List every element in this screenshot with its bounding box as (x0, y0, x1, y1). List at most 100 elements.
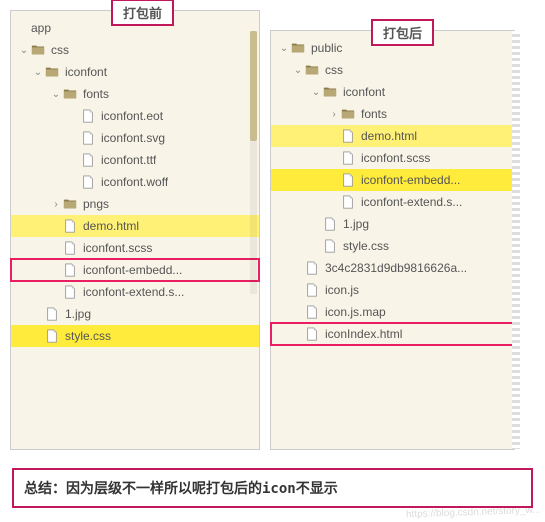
file-icon (81, 131, 95, 145)
file-icon (63, 219, 77, 233)
scrollbar-thumb[interactable] (250, 31, 257, 141)
folder-icon (63, 87, 77, 101)
file-icon (305, 283, 319, 297)
folder-icon (31, 43, 45, 57)
file-icon (81, 109, 95, 123)
file-icon (323, 217, 337, 231)
tree-item[interactable]: style.css (271, 235, 514, 257)
tree-item[interactable]: iconfont.eot (11, 105, 259, 127)
tree-item-label: demo.html (361, 129, 417, 143)
tree-item[interactable]: iconfont-extend.s... (271, 191, 514, 213)
tree-item-label: style.css (343, 239, 389, 253)
tree-item-label: icon.js.map (325, 305, 386, 319)
file-icon (323, 239, 337, 253)
tree-item[interactable]: iconIndex.html (271, 323, 514, 345)
tree-item-label: iconfont.scss (361, 151, 430, 165)
file-icon (341, 173, 355, 187)
panel-before: 打包前 app⌄css⌄iconfont⌄fontsiconfont.eotic… (10, 10, 260, 450)
tree-item[interactable]: iconfont.woff (11, 171, 259, 193)
file-icon (45, 307, 59, 321)
tree-item-label: iconfont-extend.s... (83, 285, 184, 299)
folder-icon (45, 65, 59, 79)
panel-after: 打包后 ⌄public⌄css⌄iconfont›fontsdemo.htmli… (270, 30, 515, 450)
chevron-down-icon[interactable]: ⌄ (31, 67, 45, 78)
tree-item[interactable]: 3c4c2831d9db9816626a... (271, 257, 514, 279)
summary-text: 总结：因为层级不一样所以呢打包后的icon不显示 (12, 468, 533, 508)
chevron-down-icon[interactable]: ⌄ (309, 87, 323, 98)
chevron-right-icon[interactable]: › (327, 109, 341, 120)
tree-item[interactable]: iconfont.svg (11, 127, 259, 149)
tree-item-label: css (51, 43, 69, 57)
tree-item[interactable]: style.css (11, 325, 259, 347)
chevron-right-icon[interactable]: › (49, 199, 63, 210)
tree-item[interactable]: › pngs (11, 193, 259, 215)
scrollbar[interactable] (250, 31, 257, 294)
tree-item-label: iconfont-embedd... (83, 263, 182, 277)
tree-item-label: css (325, 63, 343, 77)
chevron-down-icon[interactable]: ⌄ (17, 45, 31, 56)
folder-icon (305, 63, 319, 77)
file-icon (341, 129, 355, 143)
folder-icon (291, 41, 305, 55)
tree-item[interactable]: 1.jpg (271, 213, 514, 235)
tree-item[interactable]: demo.html (11, 215, 259, 237)
tree-item[interactable]: iconfont.scss (271, 147, 514, 169)
tree-item-label: style.css (65, 329, 111, 343)
file-icon (81, 175, 95, 189)
tree-item-label: 1.jpg (343, 217, 369, 231)
tree-item-label: 3c4c2831d9db9816626a... (325, 261, 467, 275)
tree-item-label: iconfont.svg (101, 131, 165, 145)
tree-item[interactable]: iconfont.scss (11, 237, 259, 259)
folder-icon (323, 85, 337, 99)
file-icon (341, 151, 355, 165)
chevron-down-icon[interactable]: ⌄ (291, 65, 305, 76)
file-tree-after: ⌄public⌄css⌄iconfont›fontsdemo.htmliconf… (271, 31, 514, 351)
folder-icon (341, 107, 355, 121)
label-before: 打包前 (111, 0, 174, 26)
folder-icon (63, 197, 77, 211)
tree-item-label: iconfont (343, 85, 385, 99)
tree-item-label: icon.js (325, 283, 359, 297)
tree-item[interactable]: ⌄iconfont (11, 61, 259, 83)
tree-item[interactable]: iconfont-embedd... (271, 169, 514, 191)
tree-item[interactable]: › fonts (271, 103, 514, 125)
tree-item[interactable]: ⌄ css (271, 59, 514, 81)
tree-item[interactable]: icon.js.map (271, 301, 514, 323)
tree-item[interactable]: icon.js (271, 279, 514, 301)
tree-item-label: iconfont.scss (83, 241, 152, 255)
tree-item[interactable]: demo.html (271, 125, 514, 147)
tree-item-label: iconfont.woff (101, 175, 168, 189)
tree-item[interactable]: iconfont.ttf (11, 149, 259, 171)
tree-item-label: app (31, 21, 51, 35)
file-icon (81, 153, 95, 167)
tree-item-label: fonts (83, 87, 109, 101)
file-icon (63, 241, 77, 255)
file-icon (305, 305, 319, 319)
label-after: 打包后 (371, 19, 434, 46)
tree-item[interactable]: ⌄ fonts (11, 83, 259, 105)
tree-item[interactable]: iconfont-extend.s... (11, 281, 259, 303)
file-icon (45, 329, 59, 343)
file-icon (305, 261, 319, 275)
tree-item[interactable]: ⌄ css (11, 39, 259, 61)
tree-item-label: public (311, 41, 342, 55)
tree-item-label: iconfont.ttf (101, 153, 156, 167)
file-icon (341, 195, 355, 209)
tree-item-label: 1.jpg (65, 307, 91, 321)
tree-item-label: iconfont-embedd... (361, 173, 460, 187)
chevron-down-icon[interactable]: ⌄ (49, 89, 63, 100)
tree-item-label: fonts (361, 107, 387, 121)
file-icon (63, 285, 77, 299)
tree-item-label: iconIndex.html (325, 327, 402, 341)
tree-item-label: iconfont-extend.s... (361, 195, 462, 209)
file-icon (305, 327, 319, 341)
file-icon (63, 263, 77, 277)
tree-item-label: iconfont.eot (101, 109, 163, 123)
tree-item-label: pngs (83, 197, 109, 211)
tree-item[interactable]: ⌄ iconfont (271, 81, 514, 103)
chevron-down-icon[interactable]: ⌄ (277, 43, 291, 54)
tree-item-label: demo.html (83, 219, 139, 233)
tree-item[interactable]: iconfont-embedd... (11, 259, 259, 281)
file-tree-before: app⌄css⌄iconfont⌄fontsiconfont.eoticonfo… (11, 11, 259, 353)
tree-item[interactable]: 1.jpg (11, 303, 259, 325)
